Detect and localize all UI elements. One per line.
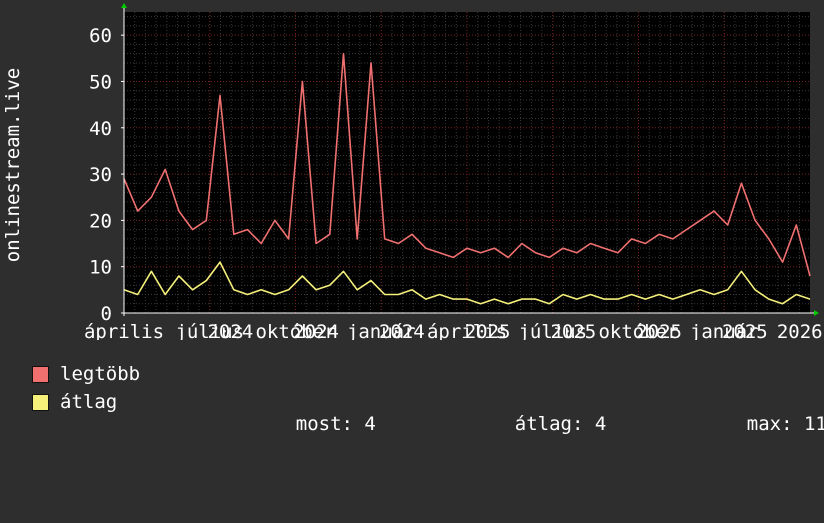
stat-most: most: 4	[250, 391, 376, 457]
chart: 0102030405060 április július2024 október20…	[2, 3, 823, 340]
stat-avg-label: átlag:	[514, 413, 584, 435]
legend-row-avg: átlag most: 4 átlag: 4 max: 11	[32, 391, 824, 435]
legend-row-max: legtöbb	[32, 363, 792, 385]
y-tick-label: 60	[89, 25, 112, 47]
y-tick-label: 40	[89, 118, 112, 140]
y-tick-label: 10	[89, 257, 112, 279]
legend-swatch-avg	[32, 394, 49, 411]
x-tick-label: 2024	[207, 321, 253, 340]
stat-most-value: 4	[364, 413, 376, 435]
stat-avg-value: 4	[594, 413, 607, 435]
stat-most-label: most:	[295, 413, 353, 435]
y-axis-label: onlinestream.live	[2, 68, 24, 262]
x-tick-label: 2025	[465, 321, 511, 340]
stat-max-label: max:	[746, 413, 793, 435]
x-tick-label: 2024	[293, 321, 339, 340]
stat-avg: átlag: 4	[469, 391, 607, 457]
x-tick-labels: április július2024 október2024 január2024 áp…	[84, 321, 823, 340]
x-tick-label: 2025	[550, 321, 596, 340]
legend-swatch-max	[32, 366, 49, 383]
x-tick-label: április	[84, 321, 164, 340]
x-tick-label: 2025	[722, 321, 768, 340]
y-tick-label: 30	[89, 164, 112, 186]
x-tick-label: 2024	[379, 321, 425, 340]
stat-max: max: 11	[701, 391, 824, 457]
legend-label-max: legtöbb	[60, 363, 141, 385]
y-tick-label: 50	[89, 71, 112, 93]
x-tick-label: 2026	[777, 321, 823, 340]
y-tick-labels: 0102030405060	[89, 25, 124, 325]
legend-label-avg: átlag	[60, 391, 118, 413]
y-axis-arrow	[121, 3, 127, 8]
x-axis-arrow	[814, 310, 819, 316]
y-tick-label: 20	[89, 210, 112, 232]
stat-max-value: 11	[803, 413, 824, 435]
x-tick-label: 2025	[636, 321, 682, 340]
